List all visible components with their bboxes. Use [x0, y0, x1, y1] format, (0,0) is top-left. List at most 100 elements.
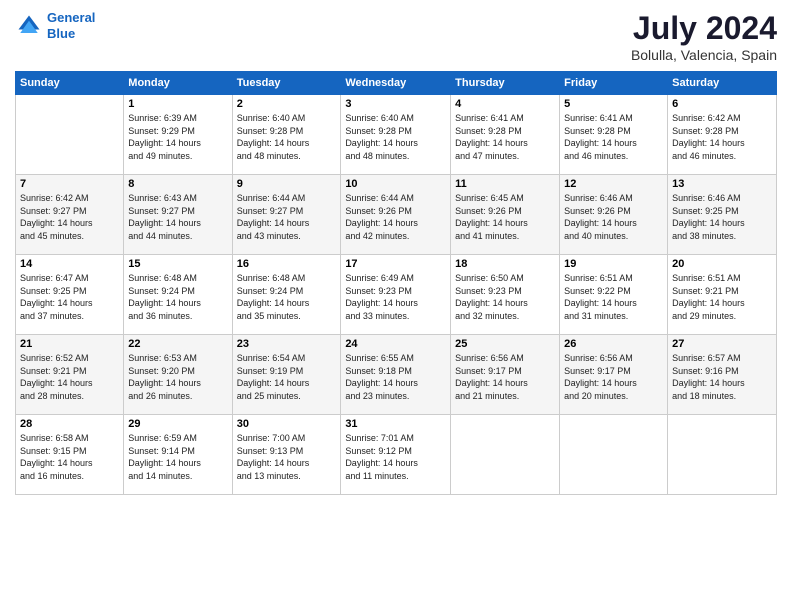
day-info: Sunrise: 6:41 AM Sunset: 9:28 PM Dayligh…: [455, 112, 555, 162]
calendar-cell: [560, 415, 668, 495]
calendar-cell: 21 Sunrise: 6:52 AM Sunset: 9:21 PM Dayli…: [16, 335, 124, 415]
day-number: 4: [455, 98, 555, 110]
calendar-table: Sunday Monday Tuesday Wednesday Thursday…: [15, 71, 777, 495]
calendar-week-1: 7 Sunrise: 6:42 AM Sunset: 9:27 PM Daylig…: [16, 175, 777, 255]
day-info: Sunrise: 6:47 AM Sunset: 9:25 PM Dayligh…: [20, 272, 119, 322]
day-number: 30: [237, 418, 337, 430]
day-number: 22: [128, 338, 227, 350]
calendar-cell: 9 Sunrise: 6:44 AM Sunset: 9:27 PM Daylig…: [232, 175, 341, 255]
day-info: Sunrise: 7:00 AM Sunset: 9:13 PM Dayligh…: [237, 432, 337, 482]
day-info: Sunrise: 6:43 AM Sunset: 9:27 PM Dayligh…: [128, 192, 227, 242]
calendar-cell: 5 Sunrise: 6:41 AM Sunset: 9:28 PM Daylig…: [560, 95, 668, 175]
subtitle: Bolulla, Valencia, Spain: [631, 47, 777, 63]
day-number: 2: [237, 98, 337, 110]
calendar-cell: 13 Sunrise: 6:46 AM Sunset: 9:25 PM Dayli…: [668, 175, 777, 255]
header: General Blue July 2024 Bolulla, Valencia…: [15, 10, 777, 63]
day-info: Sunrise: 6:48 AM Sunset: 9:24 PM Dayligh…: [237, 272, 337, 322]
calendar-week-2: 14Sunrise: 6:47 AM Sunset: 9:25 PM Dayli…: [16, 255, 777, 335]
calendar-cell: 28Sunrise: 6:58 AM Sunset: 9:15 PM Dayli…: [16, 415, 124, 495]
day-info: Sunrise: 6:52 AM Sunset: 9:21 PM Dayligh…: [20, 352, 119, 402]
day-number: 20: [672, 258, 772, 270]
day-number: 27: [672, 338, 772, 350]
day-info: Sunrise: 6:51 AM Sunset: 9:21 PM Dayligh…: [672, 272, 772, 322]
day-info: Sunrise: 6:56 AM Sunset: 9:17 PM Dayligh…: [564, 352, 663, 402]
calendar-cell: 22 Sunrise: 6:53 AM Sunset: 9:20 PM Dayli…: [124, 335, 232, 415]
calendar-cell: 10Sunrise: 6:44 AM Sunset: 9:26 PM Dayli…: [341, 175, 451, 255]
calendar-week-4: 28Sunrise: 6:58 AM Sunset: 9:15 PM Dayli…: [16, 415, 777, 495]
day-number: 9: [237, 178, 337, 190]
col-monday: Monday: [124, 72, 232, 95]
day-number: 23: [237, 338, 337, 350]
day-number: 24: [345, 338, 446, 350]
day-info: Sunrise: 6:51 AM Sunset: 9:22 PM Dayligh…: [564, 272, 663, 322]
day-number: 19: [564, 258, 663, 270]
day-info: Sunrise: 6:55 AM Sunset: 9:18 PM Dayligh…: [345, 352, 446, 402]
day-info: Sunrise: 6:56 AM Sunset: 9:17 PM Dayligh…: [455, 352, 555, 402]
day-number: 28: [20, 418, 119, 430]
day-number: 12: [564, 178, 663, 190]
day-info: Sunrise: 6:49 AM Sunset: 9:23 PM Dayligh…: [345, 272, 446, 322]
logo-line1: General: [47, 10, 95, 25]
calendar-cell: 26 Sunrise: 6:56 AM Sunset: 9:17 PM Dayli…: [560, 335, 668, 415]
day-info: Sunrise: 6:42 AM Sunset: 9:27 PM Dayligh…: [20, 192, 119, 242]
day-number: 6: [672, 98, 772, 110]
calendar-cell: 2 Sunrise: 6:40 AM Sunset: 9:28 PM Daylig…: [232, 95, 341, 175]
main-title: July 2024: [631, 10, 777, 47]
calendar-cell: [16, 95, 124, 175]
logo-icon: [15, 12, 43, 40]
calendar-cell: [668, 415, 777, 495]
header-row: Sunday Monday Tuesday Wednesday Thursday…: [16, 72, 777, 95]
day-number: 15: [128, 258, 227, 270]
day-info: Sunrise: 6:44 AM Sunset: 9:27 PM Dayligh…: [237, 192, 337, 242]
day-number: 7: [20, 178, 119, 190]
day-number: 29: [128, 418, 227, 430]
calendar-cell: 15 Sunrise: 6:48 AM Sunset: 9:24 PM Dayli…: [124, 255, 232, 335]
calendar-cell: 29 Sunrise: 6:59 AM Sunset: 9:14 PM Dayli…: [124, 415, 232, 495]
day-number: 5: [564, 98, 663, 110]
calendar-cell: 27Sunrise: 6:57 AM Sunset: 9:16 PM Dayli…: [668, 335, 777, 415]
day-number: 13: [672, 178, 772, 190]
calendar-cell: 18Sunrise: 6:50 AM Sunset: 9:23 PM Dayli…: [451, 255, 560, 335]
calendar-cell: 25Sunrise: 6:56 AM Sunset: 9:17 PM Dayli…: [451, 335, 560, 415]
day-info: Sunrise: 6:59 AM Sunset: 9:14 PM Dayligh…: [128, 432, 227, 482]
day-info: Sunrise: 6:44 AM Sunset: 9:26 PM Dayligh…: [345, 192, 446, 242]
day-number: 1: [128, 98, 227, 110]
day-info: Sunrise: 6:41 AM Sunset: 9:28 PM Dayligh…: [564, 112, 663, 162]
day-number: 16: [237, 258, 337, 270]
day-info: Sunrise: 7:01 AM Sunset: 9:12 PM Dayligh…: [345, 432, 446, 482]
calendar-cell: 4 Sunrise: 6:41 AM Sunset: 9:28 PM Daylig…: [451, 95, 560, 175]
title-block: July 2024 Bolulla, Valencia, Spain: [631, 10, 777, 63]
day-number: 11: [455, 178, 555, 190]
logo-line2: Blue: [47, 26, 75, 41]
day-info: Sunrise: 6:40 AM Sunset: 9:28 PM Dayligh…: [345, 112, 446, 162]
day-info: Sunrise: 6:53 AM Sunset: 9:20 PM Dayligh…: [128, 352, 227, 402]
col-saturday: Saturday: [668, 72, 777, 95]
calendar-cell: [451, 415, 560, 495]
calendar-week-3: 21 Sunrise: 6:52 AM Sunset: 9:21 PM Dayli…: [16, 335, 777, 415]
day-number: 21: [20, 338, 119, 350]
col-thursday: Thursday: [451, 72, 560, 95]
page: General Blue July 2024 Bolulla, Valencia…: [0, 0, 792, 612]
day-info: Sunrise: 6:48 AM Sunset: 9:24 PM Dayligh…: [128, 272, 227, 322]
calendar-cell: 8 Sunrise: 6:43 AM Sunset: 9:27 PM Daylig…: [124, 175, 232, 255]
day-number: 31: [345, 418, 446, 430]
day-info: Sunrise: 6:40 AM Sunset: 9:28 PM Dayligh…: [237, 112, 337, 162]
day-number: 18: [455, 258, 555, 270]
calendar-cell: 11Sunrise: 6:45 AM Sunset: 9:26 PM Dayli…: [451, 175, 560, 255]
day-number: 17: [345, 258, 446, 270]
calendar-cell: 14Sunrise: 6:47 AM Sunset: 9:25 PM Dayli…: [16, 255, 124, 335]
day-number: 8: [128, 178, 227, 190]
logo-text: General Blue: [47, 10, 95, 41]
calendar-cell: 23 Sunrise: 6:54 AM Sunset: 9:19 PM Dayli…: [232, 335, 341, 415]
calendar-cell: 20 Sunrise: 6:51 AM Sunset: 9:21 PM Dayli…: [668, 255, 777, 335]
calendar-cell: 19 Sunrise: 6:51 AM Sunset: 9:22 PM Dayli…: [560, 255, 668, 335]
col-sunday: Sunday: [16, 72, 124, 95]
day-info: Sunrise: 6:39 AM Sunset: 9:29 PM Dayligh…: [128, 112, 227, 162]
col-tuesday: Tuesday: [232, 72, 341, 95]
day-number: 26: [564, 338, 663, 350]
day-info: Sunrise: 6:46 AM Sunset: 9:25 PM Dayligh…: [672, 192, 772, 242]
calendar-cell: 24 Sunrise: 6:55 AM Sunset: 9:18 PM Dayli…: [341, 335, 451, 415]
calendar-cell: 1 Sunrise: 6:39 AM Sunset: 9:29 PM Daylig…: [124, 95, 232, 175]
calendar-cell: 6Sunrise: 6:42 AM Sunset: 9:28 PM Daylig…: [668, 95, 777, 175]
day-info: Sunrise: 6:54 AM Sunset: 9:19 PM Dayligh…: [237, 352, 337, 402]
